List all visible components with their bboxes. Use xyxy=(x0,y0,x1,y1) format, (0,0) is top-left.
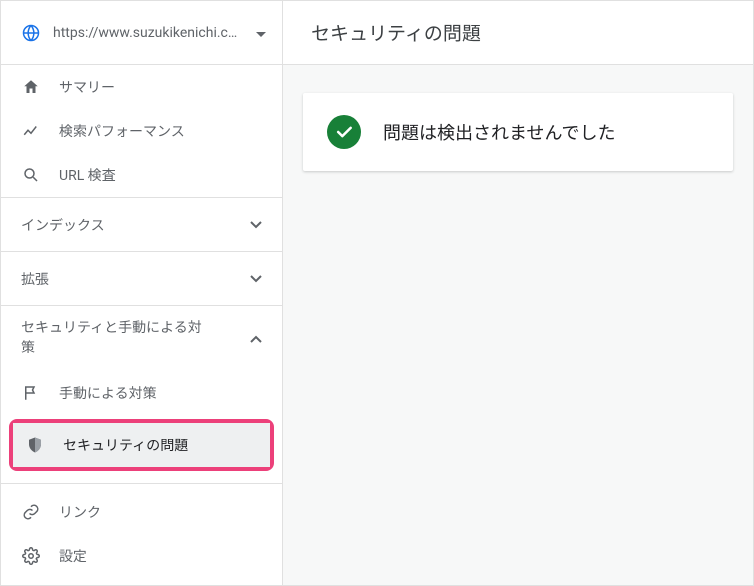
page-title-text: セキュリティの問題 xyxy=(311,19,481,46)
group-label: インデックス xyxy=(21,215,105,235)
nav-url-inspect[interactable]: URL 検査 xyxy=(1,153,282,197)
status-card: 問題は検出されませんでした xyxy=(303,93,733,171)
dropdown-caret-icon xyxy=(256,23,266,42)
chart-line-icon xyxy=(21,122,41,140)
chevron-down-icon xyxy=(250,271,262,287)
nav-links[interactable]: リンク xyxy=(1,490,282,534)
nav-label: リンク xyxy=(59,502,101,522)
group-label: セキュリティと手動による対策 xyxy=(21,319,211,358)
nav-security-issues[interactable]: セキュリティの問題 xyxy=(13,423,270,467)
nav-manual-actions[interactable]: 手動による対策 xyxy=(1,371,282,415)
globe-icon xyxy=(21,23,41,43)
nav-group-index[interactable]: インデックス xyxy=(1,197,282,251)
nav-label: サマリー xyxy=(59,77,115,97)
link-icon xyxy=(21,503,41,521)
check-circle-icon xyxy=(327,115,361,149)
nav-label: URL 検査 xyxy=(59,165,116,185)
site-selector[interactable]: https://www.suzukikenichi.co… xyxy=(1,1,282,65)
chevron-down-icon xyxy=(250,217,262,233)
nav-label: 検索パフォーマンス xyxy=(59,121,185,141)
site-url: https://www.suzukikenichi.co… xyxy=(53,25,244,41)
group-label: 拡張 xyxy=(21,269,49,289)
nav-primary: サマリー 検索パフォーマンス URL 検査 xyxy=(1,65,282,197)
flag-icon xyxy=(21,384,41,402)
highlight-annotation: セキュリティの問題 xyxy=(9,419,274,471)
nav-performance[interactable]: 検索パフォーマンス xyxy=(1,109,282,153)
status-message: 問題は検出されませんでした xyxy=(383,119,616,145)
nav-group-enhance[interactable]: 拡張 xyxy=(1,251,282,305)
nav-summary[interactable]: サマリー xyxy=(1,65,282,109)
page-title: セキュリティの問題 xyxy=(283,1,753,65)
nav-label: セキュリティの問題 xyxy=(63,435,188,455)
chevron-up-icon xyxy=(250,331,262,347)
gear-icon xyxy=(21,547,41,565)
home-icon xyxy=(21,78,41,96)
shield-icon xyxy=(25,436,45,454)
nav-settings[interactable]: 設定 xyxy=(1,534,282,578)
main-content: セキュリティの問題 問題は検出されませんでした xyxy=(283,1,753,585)
sidebar: https://www.suzukikenichi.co… サマリー 検索パフォ… xyxy=(1,1,283,585)
search-icon xyxy=(21,166,41,184)
nav-label: 設定 xyxy=(59,546,87,566)
divider xyxy=(1,483,282,484)
nav-group-security[interactable]: セキュリティと手動による対策 xyxy=(1,305,282,371)
nav-label: 手動による対策 xyxy=(59,383,157,403)
